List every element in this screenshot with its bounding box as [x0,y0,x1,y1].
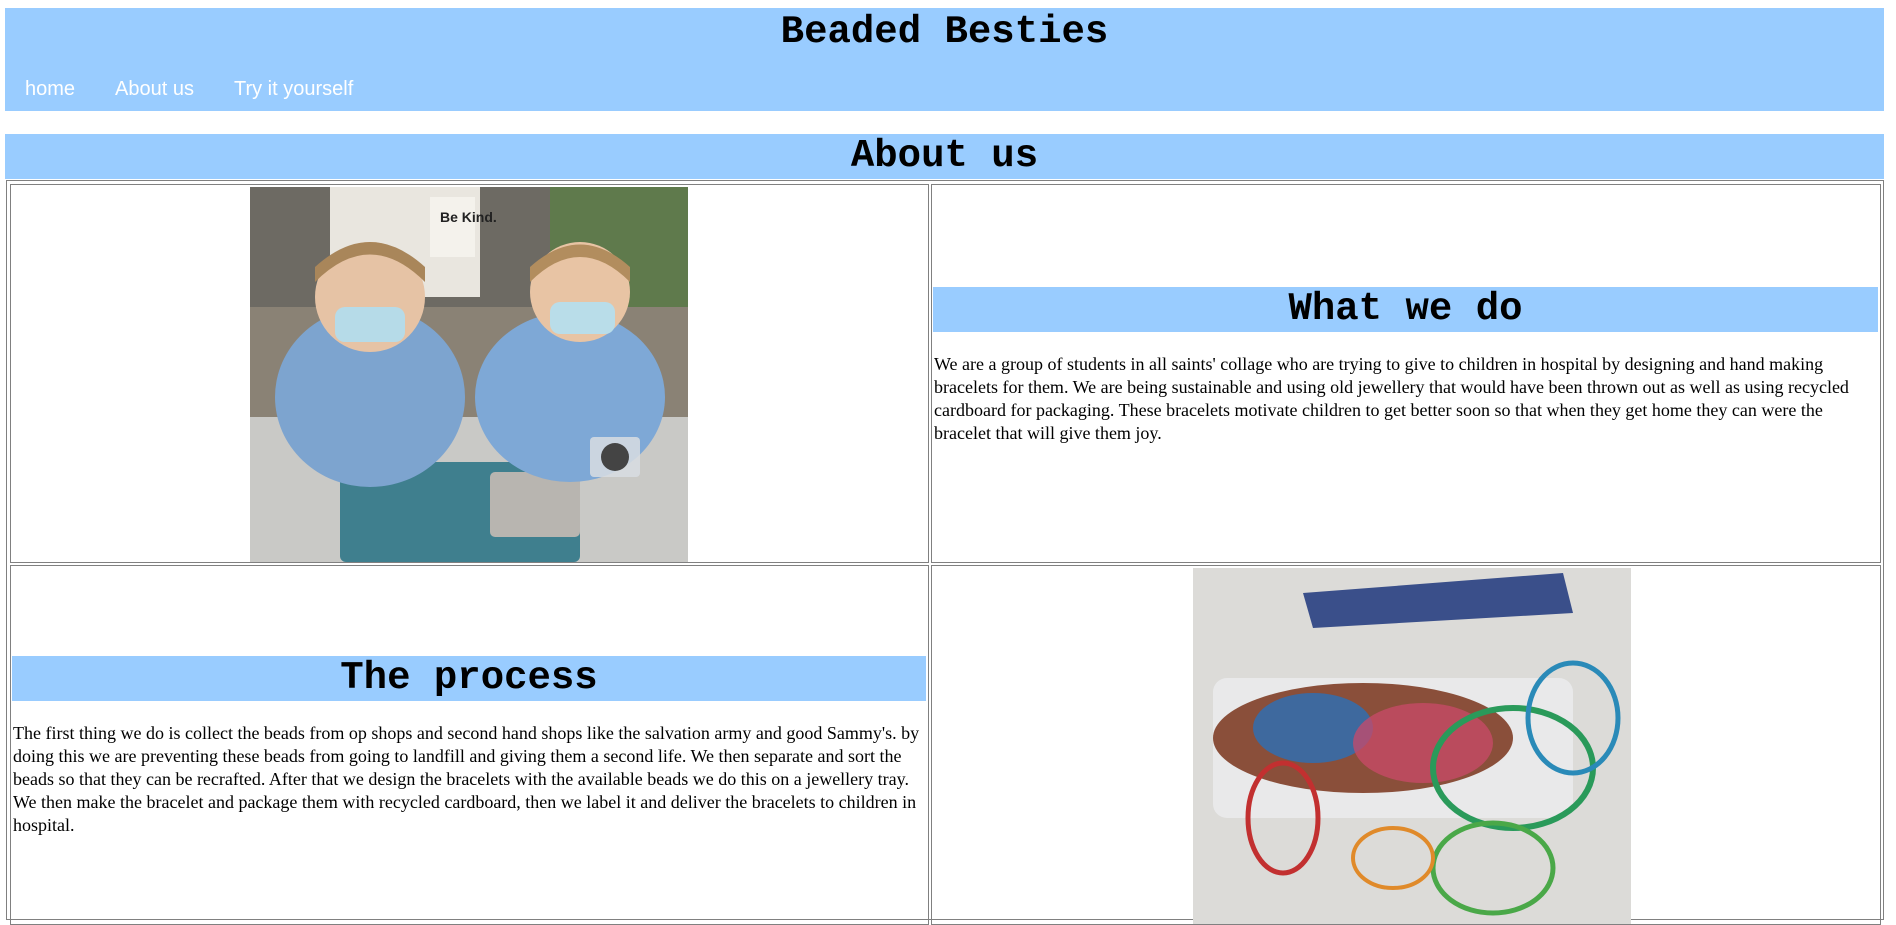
site-title: Beaded Besties [780,10,1109,54]
what-we-do-heading: What we do [933,287,1878,332]
site-header: Beaded Besties home About us Try it your… [5,8,1884,111]
table-cell-photo-2 [931,565,1881,925]
what-we-do-text: We are a group of students in all saints… [934,354,1849,443]
nav-link-home[interactable]: home [25,78,75,101]
table-cell-what-we-do: What we do We are a group of students in… [931,184,1881,563]
students-beading-photo: Be Kind. [250,187,688,562]
nav-link-try-it-yourself[interactable]: Try it yourself [234,78,353,101]
the-process-text: The first thing we do is collect the bea… [13,723,920,835]
nav-link-about-us[interactable]: About us [115,78,194,101]
table-cell-the-process: The process The first thing we do is col… [10,565,929,925]
be-kind-poster: Be Kind. [440,209,497,225]
main-nav: home About us Try it yourself [25,78,353,101]
beads-tray-photo [1193,568,1631,924]
page-heading: About us [5,134,1884,179]
table-cell-photo-1: Be Kind. [10,184,929,563]
the-process-heading: The process [12,656,926,701]
content-table: Be Kind. What we do We are a group of st… [6,180,1884,925]
